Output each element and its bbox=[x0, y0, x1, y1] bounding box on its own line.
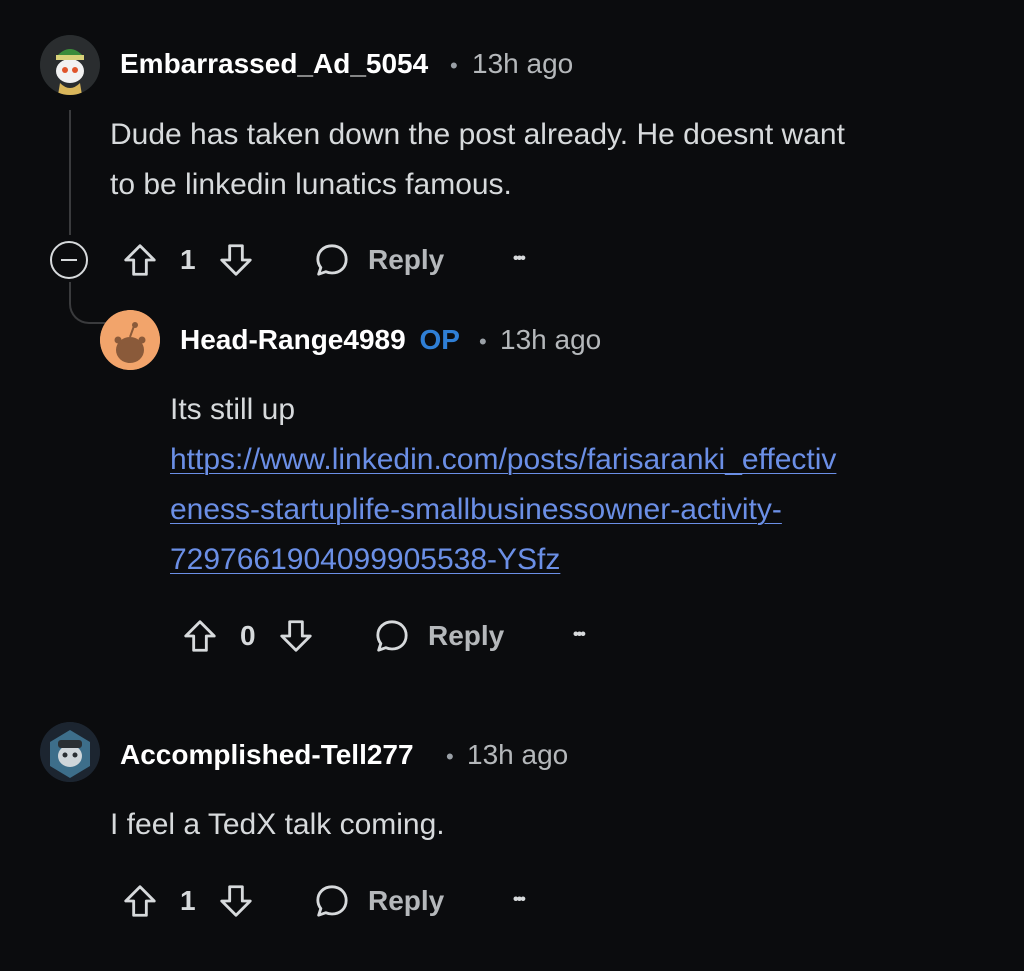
downvote-icon bbox=[220, 244, 252, 276]
snoo-avatar-icon bbox=[40, 722, 100, 782]
timestamp[interactable]: 13h ago bbox=[472, 48, 573, 80]
separator-dot: • bbox=[446, 744, 454, 769]
link-line: https://www.linkedin.com/posts/farisaran… bbox=[170, 443, 837, 476]
reply-button[interactable]: Reply bbox=[308, 238, 448, 282]
comment-actions: 1 Reply ••• bbox=[118, 879, 558, 929]
op-badge: OP bbox=[419, 324, 460, 355]
comment-actions: 1 Reply ••• bbox=[118, 238, 558, 288]
speech-bubble-icon bbox=[316, 885, 348, 917]
minus-icon bbox=[61, 258, 77, 262]
downvote-icon bbox=[220, 885, 252, 917]
timestamp[interactable]: 13h ago bbox=[467, 739, 568, 771]
snoo-avatar-icon bbox=[40, 35, 100, 95]
username-text: Head-Range4989 bbox=[180, 324, 406, 355]
reply-button[interactable]: Reply bbox=[308, 879, 448, 923]
upvote-icon bbox=[184, 620, 216, 652]
comment-actions: 0 Reply ••• bbox=[178, 614, 618, 664]
more-options-button[interactable]: ••• bbox=[573, 626, 586, 644]
downvote-button[interactable] bbox=[214, 238, 258, 282]
username[interactable]: Embarrassed_Ad_5054 bbox=[120, 48, 428, 80]
timestamp[interactable]: 13h ago bbox=[500, 324, 601, 356]
separator-dot: • bbox=[479, 329, 487, 354]
link-line: eness-startuplife-smallbusinessowner-act… bbox=[170, 493, 782, 526]
snoo-avatar-icon bbox=[100, 310, 160, 370]
avatar[interactable] bbox=[40, 35, 100, 95]
downvote-icon bbox=[280, 620, 312, 652]
comment-link[interactable]: https://www.linkedin.com/posts/farisaran… bbox=[170, 435, 836, 585]
upvote-icon bbox=[124, 244, 156, 276]
reply-label: Reply bbox=[368, 244, 445, 275]
speech-bubble-icon bbox=[316, 244, 348, 276]
upvote-button[interactable] bbox=[178, 614, 222, 658]
reply-button[interactable]: Reply bbox=[368, 614, 508, 658]
comment-body: Dude has taken down the post already. He… bbox=[110, 110, 845, 210]
vote-score: 1 bbox=[180, 885, 196, 916]
separator-dot: • bbox=[450, 53, 458, 78]
username[interactable]: Accomplished-Tell277 bbox=[120, 739, 414, 771]
username[interactable]: Head-Range4989 OP bbox=[180, 324, 460, 356]
speech-bubble-icon bbox=[376, 620, 408, 652]
avatar[interactable] bbox=[40, 722, 100, 782]
upvote-icon bbox=[124, 885, 156, 917]
comment-body: I feel a TedX talk coming. bbox=[110, 808, 445, 841]
collapse-button[interactable] bbox=[50, 241, 88, 279]
more-options-button[interactable]: ••• bbox=[513, 250, 526, 268]
thread-line bbox=[69, 110, 71, 235]
reply-label: Reply bbox=[368, 885, 445, 916]
comment-text-line: Its still up bbox=[170, 393, 296, 426]
upvote-button[interactable] bbox=[118, 238, 162, 282]
link-line: 7297661904099905538-YSfz bbox=[170, 543, 561, 576]
more-options-button[interactable]: ••• bbox=[513, 891, 526, 909]
comment-body: Its still up https://www.linkedin.com/po… bbox=[170, 385, 836, 585]
vote-score: 0 bbox=[240, 620, 256, 651]
downvote-button[interactable] bbox=[214, 879, 258, 923]
avatar[interactable] bbox=[100, 310, 160, 370]
reply-connector bbox=[69, 282, 111, 324]
downvote-button[interactable] bbox=[274, 614, 318, 658]
vote-score: 1 bbox=[180, 244, 196, 275]
upvote-button[interactable] bbox=[118, 879, 162, 923]
comment-text-line: Dude has taken down the post already. He… bbox=[110, 118, 845, 151]
reply-label: Reply bbox=[428, 620, 505, 651]
comment-text-line: to be linkedin lunatics famous. bbox=[110, 168, 512, 201]
